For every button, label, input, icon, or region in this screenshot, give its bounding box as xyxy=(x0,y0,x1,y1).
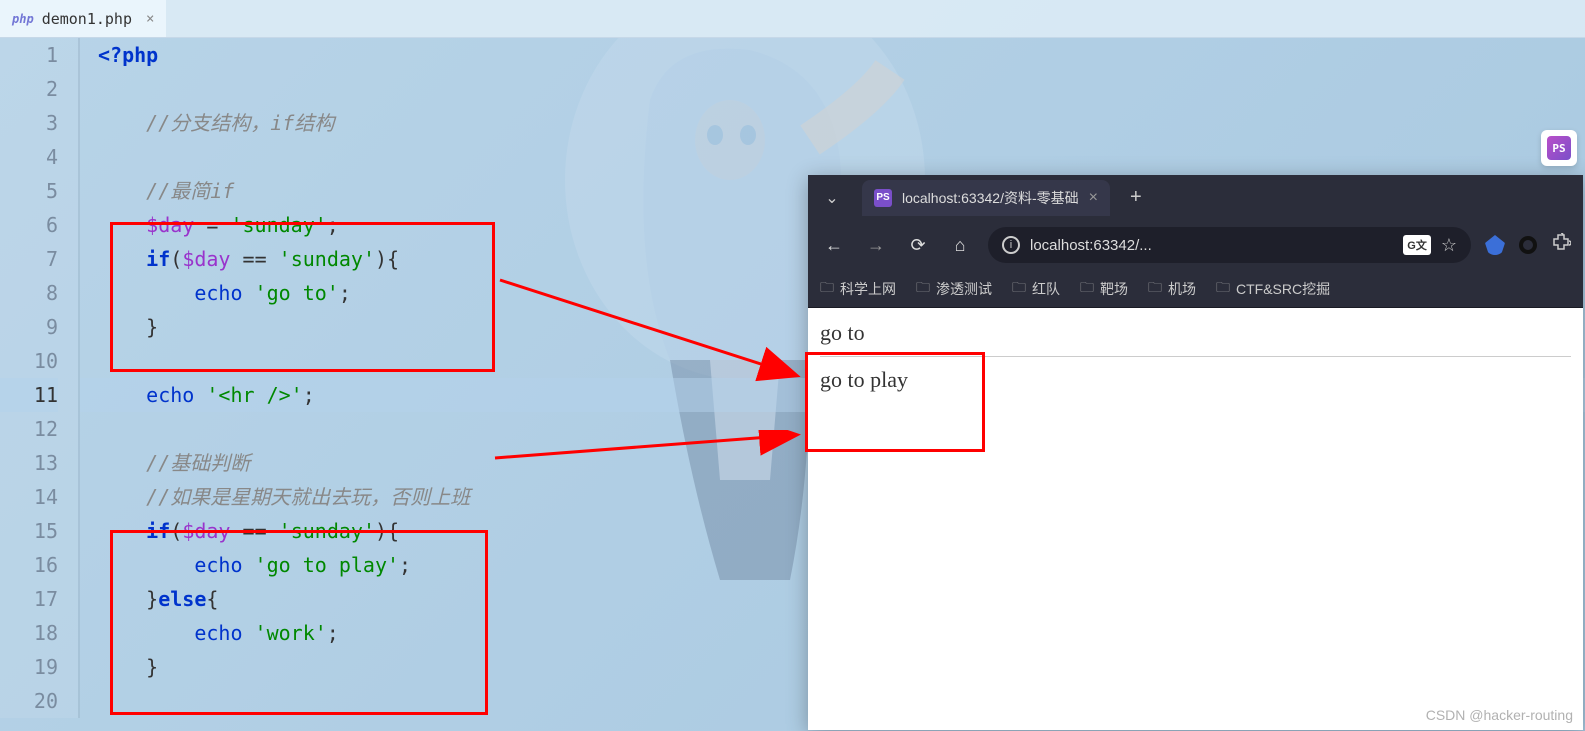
line-number: 2 xyxy=(0,72,58,106)
line-number: 16 xyxy=(0,548,58,582)
line-number: 11 xyxy=(0,378,58,412)
bookmark-label: 靶场 xyxy=(1100,279,1128,299)
bookmarks-bar: 🗀 科学上网 🗀 渗透测试 🗀 红队 🗀 靶场 🗀 机场 🗀 CTF&SRC挖掘 xyxy=(808,270,1583,308)
site-info-icon[interactable]: i xyxy=(1002,236,1020,254)
line-number: 19 xyxy=(0,650,58,684)
php-file-icon: php xyxy=(12,12,34,26)
browser-titlebar: ⌄ PS localhost:63342/资料-零基础 × + xyxy=(808,175,1583,220)
new-tab-button[interactable]: + xyxy=(1130,186,1142,209)
line-number: 20 xyxy=(0,684,58,718)
phpstorm-badge[interactable]: PS xyxy=(1541,130,1577,166)
bookmark-label: CTF&SRC挖掘 xyxy=(1236,279,1330,299)
bookmark-label: 渗透测试 xyxy=(936,279,992,299)
folder-icon: 🗀 xyxy=(1216,277,1230,301)
back-button[interactable]: ← xyxy=(820,235,848,256)
url-text: localhost:63342/... xyxy=(1030,237,1152,254)
editor-tab-bar: php demon1.php × xyxy=(0,0,1585,38)
line-number: 12 xyxy=(0,412,58,446)
page-content: go to go to play xyxy=(808,308,1583,405)
tab-filename: demon1.php xyxy=(42,10,132,28)
bookmark-item[interactable]: 🗀 红队 xyxy=(1012,277,1060,301)
tab-search-button[interactable]: ⌄ xyxy=(818,184,846,212)
line-number: 4 xyxy=(0,140,58,174)
output-line-2: go to play xyxy=(820,367,1571,393)
reload-button[interactable]: ⟳ xyxy=(904,235,932,256)
extensions-puzzle-icon[interactable] xyxy=(1551,233,1571,258)
horizontal-rule xyxy=(820,356,1571,357)
bookmark-label: 科学上网 xyxy=(840,279,896,299)
line-number: 9 xyxy=(0,310,58,344)
folder-icon: 🗀 xyxy=(1012,277,1026,301)
browser-tab[interactable]: PS localhost:63342/资料-零基础 × xyxy=(862,180,1110,216)
url-bar[interactable]: i localhost:63342/... G文 ☆ xyxy=(988,227,1471,263)
code-line[interactable] xyxy=(80,140,1585,174)
favicon-icon: PS xyxy=(874,189,892,207)
line-number: 1 xyxy=(0,38,58,72)
translate-icon[interactable]: G文 xyxy=(1403,235,1431,255)
code-line[interactable]: <?php xyxy=(80,38,1585,72)
line-number: 6 xyxy=(0,208,58,242)
bookmark-item[interactable]: 🗀 科学上网 xyxy=(820,277,896,301)
editor-tab[interactable]: php demon1.php × xyxy=(0,0,166,37)
watermark: CSDN @hacker-routing xyxy=(1426,707,1573,723)
forward-button[interactable]: → xyxy=(862,235,890,256)
browser-window: ⌄ PS localhost:63342/资料-零基础 × + ← → ⟳ ⌂ … xyxy=(808,175,1583,730)
bookmark-item[interactable]: 🗀 渗透测试 xyxy=(916,277,992,301)
folder-icon: 🗀 xyxy=(1148,277,1162,301)
line-number: 5 xyxy=(0,174,58,208)
close-browser-tab-icon[interactable]: × xyxy=(1089,189,1098,207)
line-number: 7 xyxy=(0,242,58,276)
folder-icon: 🗀 xyxy=(1080,277,1094,301)
close-tab-icon[interactable]: × xyxy=(146,11,154,27)
extension-icon-2[interactable] xyxy=(1519,236,1537,254)
browser-toolbar: ← → ⟳ ⌂ i localhost:63342/... G文 ☆ xyxy=(808,220,1583,270)
line-number-gutter: 1234567891011121314151617181920 xyxy=(0,38,78,718)
bookmark-label: 红队 xyxy=(1032,279,1060,299)
folder-icon: 🗀 xyxy=(820,277,834,301)
bookmark-star-icon[interactable]: ☆ xyxy=(1441,235,1457,256)
bookmark-label: 机场 xyxy=(1168,279,1196,299)
line-number: 13 xyxy=(0,446,58,480)
output-line-1: go to xyxy=(820,320,1571,346)
home-button[interactable]: ⌂ xyxy=(946,235,974,256)
line-number: 15 xyxy=(0,514,58,548)
line-number: 3 xyxy=(0,106,58,140)
folder-icon: 🗀 xyxy=(916,277,930,301)
browser-tab-title: localhost:63342/资料-零基础 xyxy=(902,188,1079,208)
line-number: 18 xyxy=(0,616,58,650)
bookmark-item[interactable]: 🗀 机场 xyxy=(1148,277,1196,301)
code-line[interactable]: //分支结构，if结构 xyxy=(80,106,1585,140)
line-number: 10 xyxy=(0,344,58,378)
line-number: 17 xyxy=(0,582,58,616)
bookmark-item[interactable]: 🗀 靶场 xyxy=(1080,277,1128,301)
line-number: 14 xyxy=(0,480,58,514)
code-line[interactable] xyxy=(80,72,1585,106)
bookmark-item[interactable]: 🗀 CTF&SRC挖掘 xyxy=(1216,277,1330,301)
line-number: 8 xyxy=(0,276,58,310)
extension-icon-1[interactable] xyxy=(1485,235,1505,255)
